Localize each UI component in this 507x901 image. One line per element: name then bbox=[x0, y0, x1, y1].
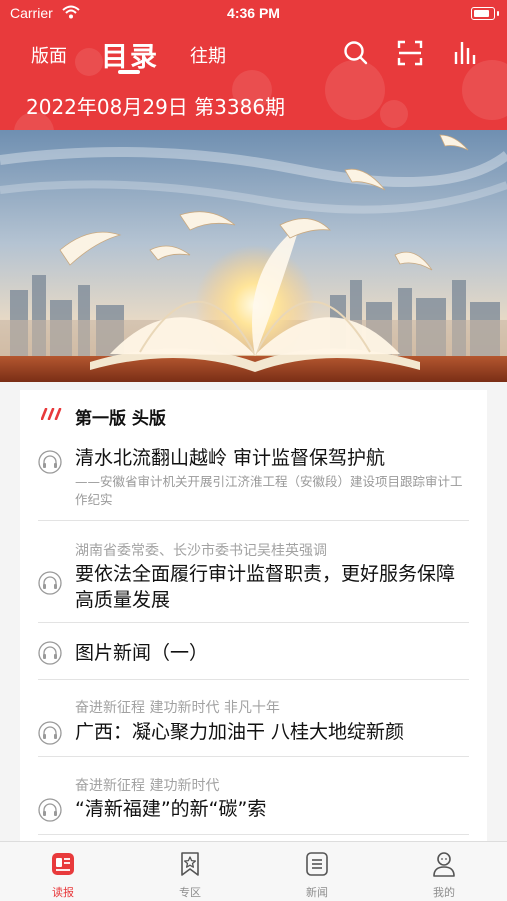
article-subtitle: ——安徽省审计机关开展引江济淮工程（安徽段）建设项目跟踪审计工作纪实 bbox=[75, 474, 463, 507]
profile-icon bbox=[433, 852, 455, 877]
decor-bubble bbox=[380, 100, 408, 128]
tab-layout[interactable]: 版面 bbox=[31, 42, 67, 68]
banner-illustration bbox=[0, 130, 507, 382]
article-pretitle: 湖南省委常委、长沙市委书记吴桂英强调 bbox=[75, 543, 327, 559]
status-time: 4:36 PM bbox=[227, 5, 280, 21]
article-pretitle: 奋进新征程 建功新时代 bbox=[75, 778, 220, 794]
decor-bubble bbox=[325, 60, 385, 120]
article-title: 图片新闻（一） bbox=[75, 642, 209, 664]
headphones-icon[interactable] bbox=[38, 798, 62, 822]
article-item[interactable]: 清水北流翻山越岭 审计监督保驾护航 ——安徽省审计机关开展引江济淮工程（安徽段）… bbox=[38, 440, 469, 521]
article-title: 广西：凝心聚力加油干 八桂大地绽新颜 bbox=[75, 721, 405, 743]
article-item[interactable]: 奋进新征程 建功新时代 “清新福建”的新“碳”索 bbox=[38, 756, 469, 835]
news-list-icon bbox=[306, 852, 328, 876]
article-title: 要依法全面履行审计监督职责，更好服务保障高质量发展 bbox=[75, 563, 456, 611]
tab-contents[interactable]: 目录 bbox=[101, 35, 159, 74]
headphones-icon[interactable] bbox=[38, 450, 62, 474]
article-item[interactable]: 奋进新征程 建功新时代 非凡十年 广西：凝心聚力加油干 八桂大地绽新颜 bbox=[38, 679, 469, 757]
tabbar-label: 新闻 bbox=[306, 886, 328, 899]
scan-icon[interactable] bbox=[395, 38, 425, 68]
headphones-icon[interactable] bbox=[38, 571, 62, 595]
article-title: 清水北流翻山越岭 审计监督保驾护航 bbox=[75, 447, 386, 469]
headphones-icon[interactable] bbox=[38, 721, 62, 745]
search-icon[interactable] bbox=[341, 38, 371, 68]
section-title: 第一版 头版 bbox=[75, 409, 166, 429]
header: Carrier 4:36 PM 版面 目录 往期 2022年08月29日 第33… bbox=[0, 0, 507, 130]
tabbar-item-special[interactable]: 专区 bbox=[127, 842, 253, 901]
active-tab-indicator bbox=[118, 70, 140, 74]
tabbar-label: 读报 bbox=[52, 886, 74, 899]
newspaper-icon bbox=[52, 853, 74, 875]
article-title: “清新福建”的新“碳”索 bbox=[75, 798, 267, 820]
decor-bubble bbox=[462, 60, 507, 120]
bookmark-star-icon bbox=[181, 852, 199, 876]
banner-image[interactable] bbox=[0, 130, 507, 382]
section-mark-icon bbox=[41, 408, 62, 420]
battery-icon bbox=[471, 7, 499, 20]
status-bar: Carrier 4:36 PM bbox=[0, 0, 507, 28]
bottom-tab-bar: 读报 专区 新闻 我的 bbox=[0, 841, 507, 901]
stats-icon[interactable] bbox=[449, 38, 479, 68]
issue-date-line: 2022年08月29日 第3386期 bbox=[26, 95, 286, 119]
headphones-icon[interactable] bbox=[38, 641, 62, 665]
tabbar-item-read-paper[interactable]: 读报 bbox=[0, 842, 126, 901]
article-pretitle: 奋进新征程 建功新时代 非凡十年 bbox=[75, 700, 280, 716]
tabbar-label: 专区 bbox=[179, 886, 201, 899]
contents-card: 第一版 头版 清水北流翻山越岭 审计监督保驾护航 ——安徽省审计机关开展引江济淮… bbox=[20, 390, 487, 842]
article-item[interactable]: 图片新闻（一） bbox=[38, 622, 469, 680]
tabbar-item-news[interactable]: 新闻 bbox=[254, 842, 380, 901]
article-item[interactable]: 湖南省委常委、长沙市委书记吴桂英强调 要依法全面履行审计监督职责，更好服务保障高… bbox=[38, 520, 469, 623]
tabbar-label: 我的 bbox=[433, 886, 455, 899]
tabbar-item-mine[interactable]: 我的 bbox=[381, 842, 507, 901]
tab-past-issues[interactable]: 往期 bbox=[190, 42, 226, 68]
decor-bubble bbox=[75, 48, 103, 76]
